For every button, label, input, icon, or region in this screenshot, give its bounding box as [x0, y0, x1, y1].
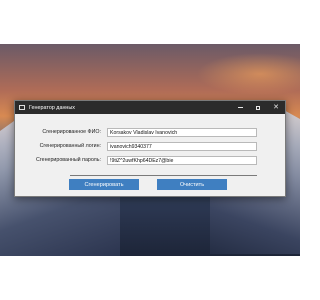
minimize-button[interactable] [231, 101, 249, 114]
login-label: Сгенерированный логин: [39, 143, 101, 149]
close-button[interactable]: ✕ [267, 101, 285, 114]
fio-field[interactable] [107, 128, 257, 137]
form-divider [70, 175, 257, 176]
fio-label: Сгенерированное ФИО: [42, 129, 101, 135]
login-field[interactable] [107, 142, 257, 151]
window-title: Генератор данных [29, 104, 75, 111]
close-icon: ✕ [273, 104, 279, 111]
maximize-button[interactable] [249, 101, 267, 114]
generate-button[interactable]: Сгенерировать [69, 179, 139, 190]
app-window-icon [19, 105, 25, 110]
fio-row: Сгенерированное ФИО: [15, 128, 285, 137]
clear-button[interactable]: Очистить [157, 179, 227, 190]
password-row: Сгенерированный пароль: [15, 156, 285, 165]
maximize-icon [256, 105, 260, 110]
generator-window: Генератор данных ✕ Сгенерированное ФИО: … [14, 100, 286, 197]
password-field[interactable] [107, 156, 257, 165]
login-row: Сгенерированный логин: [15, 142, 285, 151]
window-controls: ✕ [231, 101, 285, 114]
title-bar[interactable]: Генератор данных ✕ [15, 101, 285, 114]
password-label: Сгенерированный пароль: [36, 157, 101, 163]
minimize-icon [237, 107, 243, 108]
